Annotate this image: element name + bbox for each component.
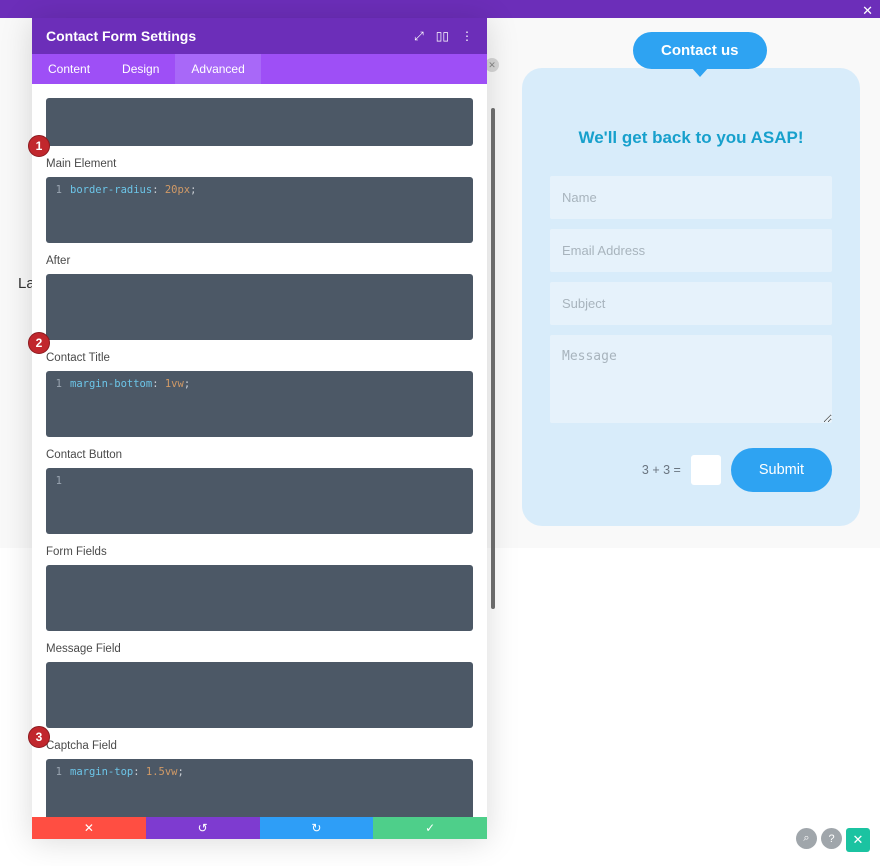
section-captcha-field: Captcha Field 1 margin-top: 1.5vw; [46, 740, 473, 825]
scrollbar-thumb[interactable] [491, 108, 495, 609]
code-box-captcha-field[interactable]: 1 margin-top: 1.5vw; [46, 759, 473, 825]
section-after: After [46, 255, 473, 340]
panel-header-actions: ⤢ ▯▯ ⋮ [414, 29, 473, 44]
columns-icon[interactable]: ▯▯ [436, 29, 449, 43]
contact-form-card: We'll get back to you ASAP! 3 + 3 = Subm… [522, 68, 860, 526]
page-top-bar: ✕ [0, 0, 880, 18]
help-icon[interactable]: ? [821, 828, 842, 849]
section-contact-button: Contact Button 1 [46, 449, 473, 534]
contact-us-pill: Contact us [633, 32, 767, 69]
css-val: 1.5vw [146, 766, 178, 778]
floating-toolbar: ⌕ ? ✕ [796, 828, 870, 852]
label-message-field: Message Field [46, 643, 473, 655]
code-box-message-field[interactable] [46, 662, 473, 728]
captcha-answer-input[interactable] [691, 455, 721, 485]
code-box-contact-title[interactable]: 1 margin-bottom: 1vw; [46, 371, 473, 437]
exit-visual-builder-chip[interactable]: ✕ [485, 58, 499, 72]
more-menu-icon[interactable]: ⋮ [461, 34, 473, 39]
section-message-field: Message Field [46, 643, 473, 728]
css-val: 20px [165, 184, 190, 196]
label-captcha-field: Captcha Field [46, 740, 473, 752]
panel-title: Contact Form Settings [46, 28, 196, 44]
label-form-fields: Form Fields [46, 546, 473, 558]
tab-content[interactable]: Content [32, 54, 106, 84]
panel-footer-actions: ✕ ↺ ↻ ✓ [32, 817, 487, 839]
tab-design[interactable]: Design [106, 54, 175, 84]
panel-tabs: Content Design Advanced [32, 54, 487, 84]
section-main-element: Main Element 1 border-radius: 20px; [46, 158, 473, 243]
label-contact-title: Contact Title [46, 352, 473, 364]
search-icon[interactable]: ⌕ [796, 828, 817, 849]
message-field[interactable] [550, 335, 832, 423]
css-prop: margin-bottom [70, 378, 152, 390]
annotation-badge-2: 2 [28, 332, 50, 354]
expand-icon[interactable]: ⤢ [414, 29, 424, 44]
undo-button[interactable]: ↺ [146, 817, 260, 839]
contact-form-heading: We'll get back to you ASAP! [550, 128, 832, 148]
line-number: 1 [54, 377, 62, 392]
code-box-contact-button[interactable]: 1 [46, 468, 473, 534]
css-prop: border-radius [70, 184, 152, 196]
page-close-icon[interactable]: ✕ [862, 4, 873, 17]
line-number: 1 [54, 765, 62, 780]
line-number: 1 [54, 474, 62, 489]
css-prop: margin-top [70, 766, 133, 778]
cancel-button[interactable]: ✕ [32, 817, 146, 839]
code-box-main-element[interactable]: 1 border-radius: 20px; [46, 177, 473, 243]
submit-button[interactable]: Submit [731, 448, 832, 492]
close-builder-icon[interactable]: ✕ [846, 828, 870, 852]
line-number: 1 [54, 183, 62, 198]
code-box-before[interactable] [46, 98, 473, 146]
email-field[interactable] [550, 229, 832, 272]
settings-panel: Contact Form Settings ⤢ ▯▯ ⋮ Content Des… [32, 18, 487, 839]
label-after: After [46, 255, 473, 267]
code-box-after[interactable] [46, 274, 473, 340]
label-contact-button: Contact Button [46, 449, 473, 461]
annotation-badge-1: 1 [28, 135, 50, 157]
name-field[interactable] [550, 176, 832, 219]
section-form-fields: Form Fields [46, 546, 473, 631]
redo-button[interactable]: ↻ [260, 817, 374, 839]
code-box-form-fields[interactable] [46, 565, 473, 631]
annotation-badge-3: 3 [28, 726, 50, 748]
panel-body: Main Element 1 border-radius: 20px; Afte… [32, 84, 487, 839]
panel-header: Contact Form Settings ⤢ ▯▯ ⋮ [32, 18, 487, 54]
subject-field[interactable] [550, 282, 832, 325]
section-contact-title: Contact Title 1 margin-bottom: 1vw; [46, 352, 473, 437]
tab-advanced[interactable]: Advanced [175, 54, 260, 84]
form-bottom-row: 3 + 3 = Submit [550, 448, 832, 492]
save-button[interactable]: ✓ [373, 817, 487, 839]
css-val: 1vw [165, 378, 184, 390]
label-main-element: Main Element [46, 158, 473, 170]
captcha-question: 3 + 3 = [642, 463, 681, 477]
